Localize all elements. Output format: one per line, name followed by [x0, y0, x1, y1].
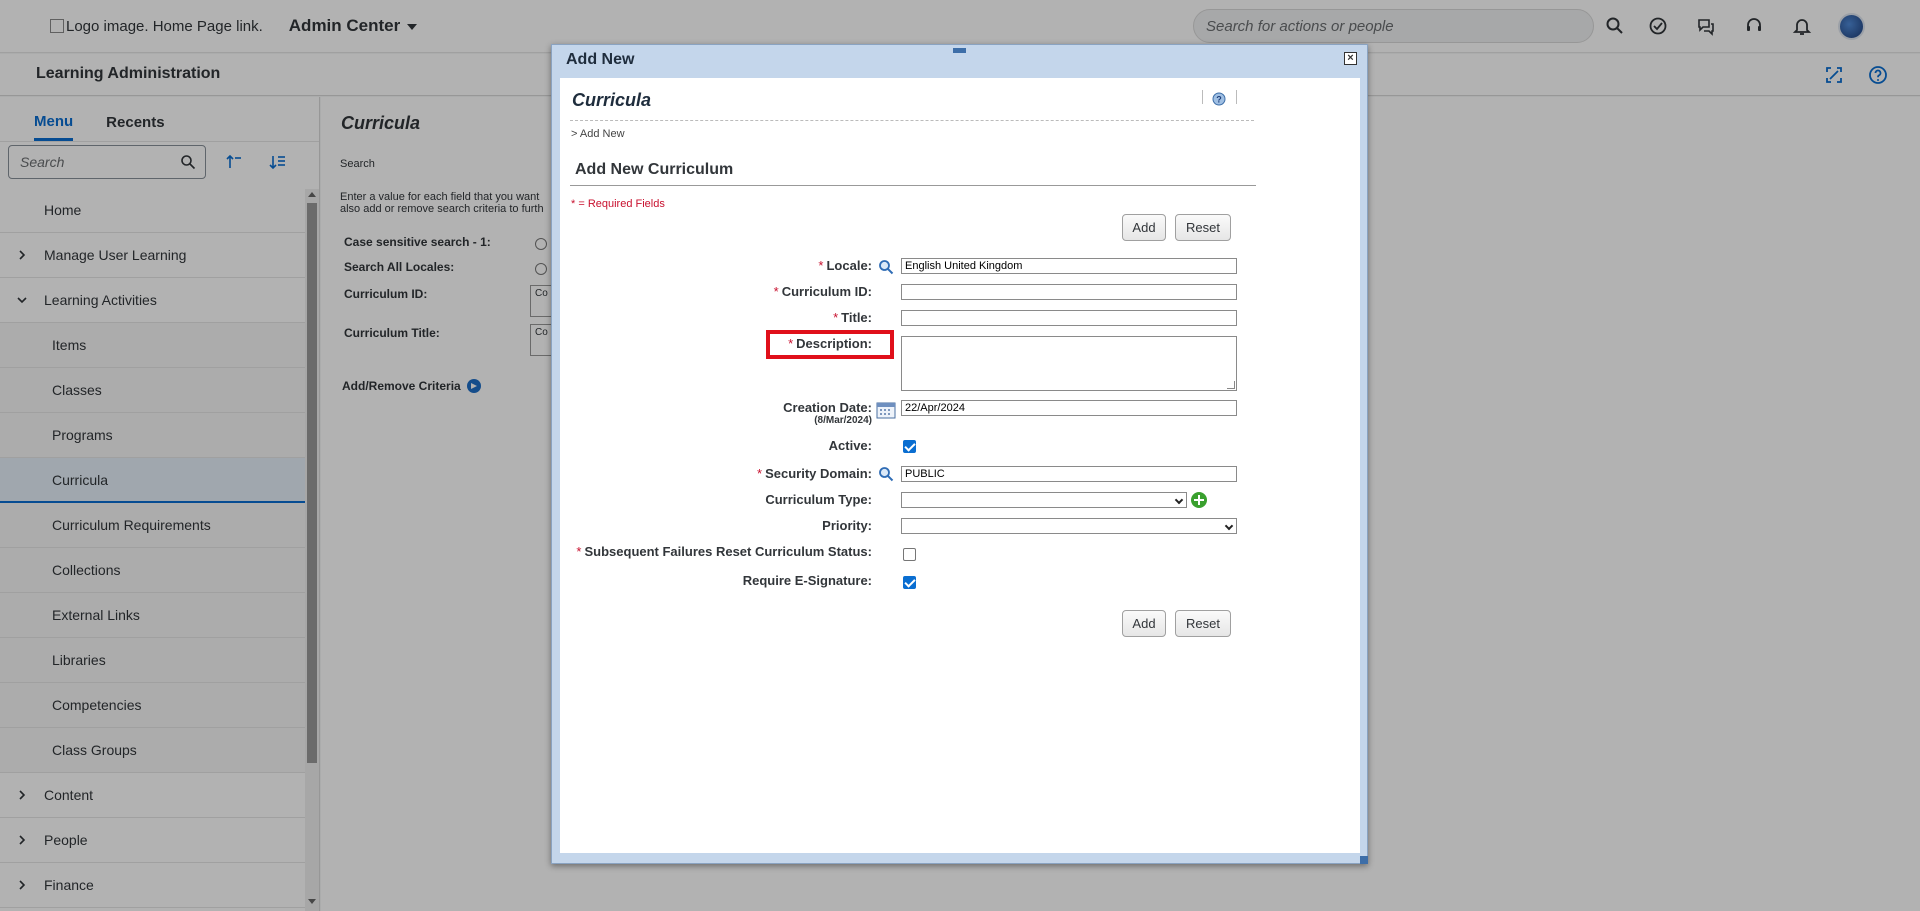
locale-label: * Locale: [818, 258, 872, 273]
active-checkbox[interactable] [903, 440, 916, 453]
dialog-title: Add New [566, 51, 635, 68]
description-textarea[interactable] [901, 336, 1237, 391]
required-marker: * [818, 258, 824, 273]
locale-input[interactable] [901, 258, 1237, 274]
active-label: Active: [828, 438, 872, 453]
separator [1202, 90, 1203, 104]
label-text: Title: [841, 310, 872, 325]
creation-date-label: Creation Date: [783, 400, 872, 415]
close-button[interactable]: × [1344, 52, 1357, 65]
label-text: Curriculum ID: [781, 284, 872, 299]
add-new-dialog: Add New × Curricula ? > Add New Add New … [551, 44, 1368, 864]
security-domain-lookup-icon[interactable] [878, 466, 894, 482]
description-highlight-box [766, 330, 894, 359]
required-marker: * [576, 544, 582, 559]
help-icon[interactable]: ? [1211, 91, 1227, 107]
svg-text:?: ? [1216, 95, 1222, 105]
curriculum-type-select[interactable] [901, 492, 1187, 508]
subsequent-failures-label: * Subsequent Failures Reset Curriculum St… [576, 544, 872, 559]
separator [1236, 90, 1237, 104]
title-input[interactable] [901, 310, 1237, 326]
label-text: Security Domain: [765, 466, 872, 481]
calendar-icon[interactable] [876, 401, 896, 419]
form-labels: * Locale: * Curriculum ID: * Title: * Descri… [560, 78, 872, 853]
label-text: Locale: [826, 258, 872, 273]
chevron-down-icon [1174, 495, 1184, 505]
curriculum-id-input[interactable] [901, 284, 1237, 300]
add-button-bottom[interactable]: Add [1122, 610, 1166, 637]
curriculum-type-label: Curriculum Type: [765, 492, 872, 507]
dialog-body: Curricula ? > Add New Add New Curriculum… [560, 78, 1360, 853]
curriculum-id-label: * Curriculum ID: [774, 284, 872, 299]
add-button-top[interactable]: Add [1122, 214, 1166, 241]
priority-select[interactable] [901, 518, 1237, 534]
require-esignature-label: Require E-Signature: [742, 573, 872, 588]
creation-date-hint: (8/Mar/2024) [814, 415, 872, 426]
locale-lookup-icon[interactable] [878, 259, 894, 275]
dialog-header[interactable]: Add New × [552, 45, 1367, 77]
required-marker: * [833, 310, 839, 325]
security-domain-input[interactable] [901, 466, 1237, 482]
subsequent-failures-checkbox[interactable] [903, 548, 916, 561]
security-domain-label: * Security Domain: [757, 466, 872, 481]
add-curriculum-type-icon[interactable] [1191, 492, 1207, 508]
chevron-down-icon [1224, 521, 1234, 531]
title-label: * Title: [833, 310, 872, 325]
creation-date-input[interactable] [901, 400, 1237, 416]
drag-handle-icon[interactable] [953, 48, 966, 53]
dialog-resize-handle[interactable] [1360, 856, 1368, 864]
require-esignature-checkbox[interactable] [903, 576, 916, 589]
required-marker: * [773, 284, 779, 299]
reset-button-top[interactable]: Reset [1175, 214, 1231, 241]
resize-grip-icon[interactable] [1227, 381, 1235, 389]
reset-button-bottom[interactable]: Reset [1175, 610, 1231, 637]
priority-label: Priority: [822, 518, 872, 533]
required-marker: * [757, 466, 763, 481]
label-text: Subsequent Failures Reset Curriculum Sta… [584, 544, 872, 559]
